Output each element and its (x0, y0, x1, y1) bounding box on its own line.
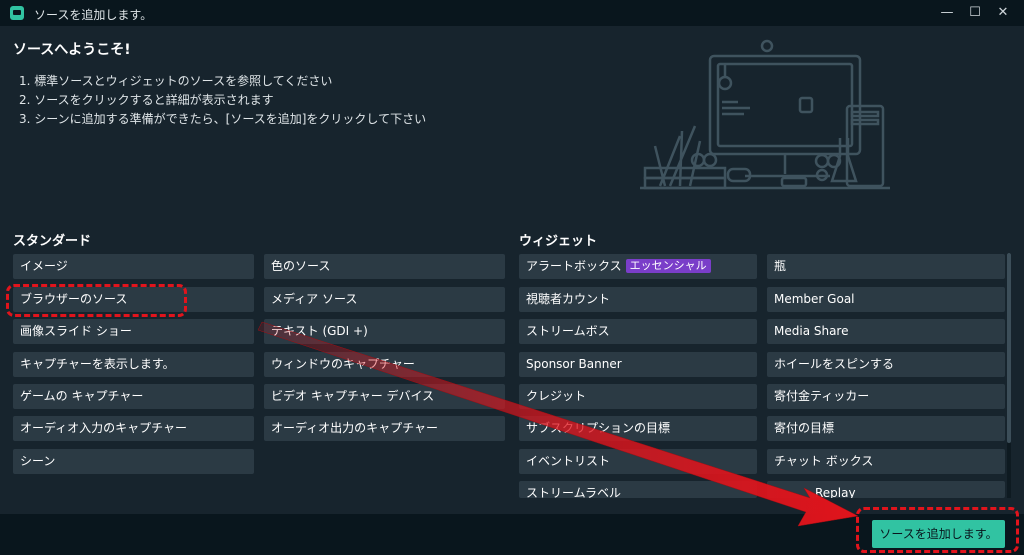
source-image[interactable]: イメージ (13, 254, 254, 279)
streaming-desk-illustration (640, 39, 890, 190)
widget-tip-jar[interactable]: 瓶 (767, 254, 1005, 279)
instruction-step: 1. 標準ソースとウィジェットのソースを参照してください (19, 74, 333, 88)
welcome-panel: ソースへようこそ! 1. 標準ソースとウィジェットのソースを参照してください 2… (0, 26, 1024, 218)
minimize-button[interactable]: — (935, 2, 959, 24)
widget-credits[interactable]: クレジット (519, 384, 757, 409)
source-audio-input-capture[interactable]: オーディオ入力のキャプチャー (13, 416, 254, 441)
highlight-add-source-button (856, 507, 1019, 553)
widget-viewer-count[interactable]: 視聴者カウント (519, 287, 757, 312)
widget-member-goal[interactable]: Member Goal (767, 287, 1005, 312)
widget-stream-boss[interactable]: ストリームボス (519, 319, 757, 344)
instruction-step: 3. シーンに追加する準備ができたら、[ソースを追加]をクリックして下さい (19, 112, 427, 126)
scrollbar-thumb[interactable] (1007, 253, 1011, 443)
widget-event-list[interactable]: イベントリスト (519, 449, 757, 474)
instruction-step: 2. ソースをクリックすると詳細が表示されます (19, 93, 274, 107)
source-audio-output-capture[interactable]: オーディオ出力のキャプチャー (264, 416, 505, 441)
source-text-gdi[interactable]: テキスト (GDI +) (264, 319, 505, 344)
widget-stream-label[interactable]: ストリームラベル (519, 481, 757, 498)
source-video-capture-device[interactable]: ビデオ キャプチャー デバイス (264, 384, 505, 409)
source-display-capture[interactable]: キャプチャーを表示します。 (13, 352, 254, 377)
widget-subscription-goal[interactable]: サブスクリプションの目標 (519, 416, 757, 441)
essential-badge: エッセンシャル (625, 259, 711, 273)
window-title: ソースを追加します。 (34, 8, 153, 22)
title-bar: ソースを追加します。 — ☐ ✕ (0, 0, 1024, 26)
widget-media-share[interactable]: Media Share (767, 319, 1005, 344)
maximize-button[interactable]: ☐ (963, 2, 987, 24)
welcome-heading: ソースへようこそ! (13, 42, 131, 58)
source-scene[interactable]: シーン (13, 449, 254, 474)
widget-alert-box[interactable]: アラートボックス エッセンシャル (519, 254, 757, 279)
widget-donation-goal[interactable]: 寄付の目標 (767, 416, 1005, 441)
widget-donation-ticker[interactable]: 寄付金ティッカー (767, 384, 1005, 409)
instructions-list: 1. 標準ソースとウィジェットのソースを参照してください 2. ソースをクリック… (19, 72, 426, 129)
widget-sponsor-banner[interactable]: Sponsor Banner (519, 352, 757, 377)
widget-replay[interactable]: Replay (767, 481, 1005, 498)
highlight-browser-source (6, 284, 187, 317)
app-logo-icon (10, 6, 24, 20)
close-button[interactable]: ✕ (991, 2, 1015, 24)
standard-section-title: スタンダード (13, 234, 92, 249)
widget-chat-box[interactable]: チャット ボックス (767, 449, 1005, 474)
source-color[interactable]: 色のソース (264, 254, 505, 279)
source-image-slideshow[interactable]: 画像スライド ショー (13, 319, 254, 344)
widget-label: アラートボックス (526, 259, 622, 273)
source-media[interactable]: メディア ソース (264, 287, 505, 312)
source-window-capture[interactable]: ウィンドウのキャプチャー (264, 352, 505, 377)
widget-spin-wheel[interactable]: ホイールをスピンする (767, 352, 1005, 377)
source-game-capture[interactable]: ゲームの キャプチャー (13, 384, 254, 409)
widgets-section-title: ウィジェット (519, 234, 598, 249)
